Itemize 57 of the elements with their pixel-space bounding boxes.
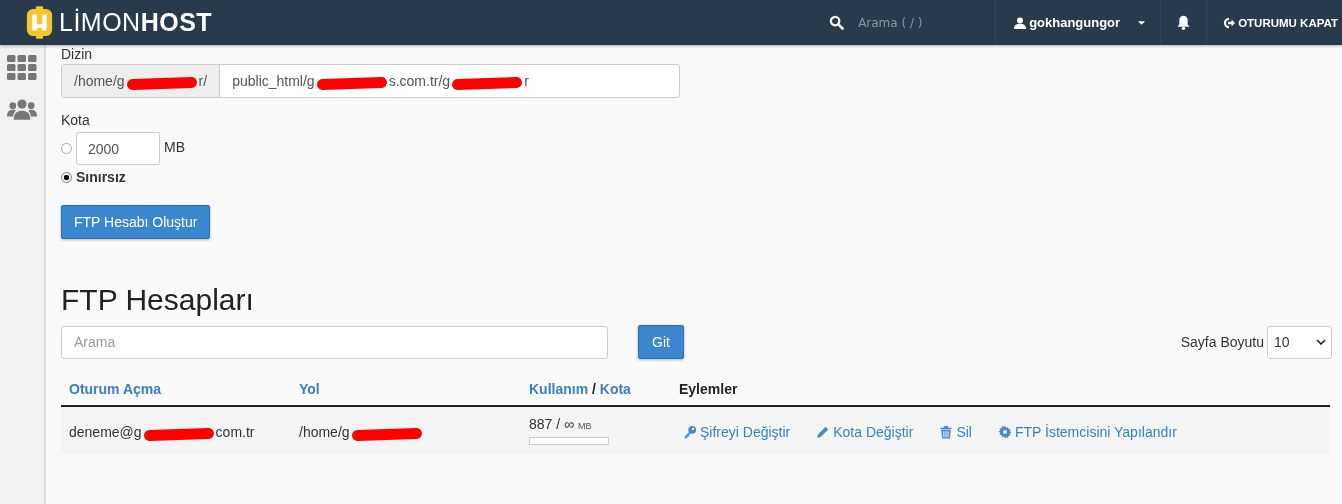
action-link[interactable]: Sil <box>939 424 972 440</box>
field-label: Dizin <box>61 46 94 62</box>
column-header[interactable]: Kullanım <box>529 381 589 397</box>
logout-icon <box>1223 16 1236 29</box>
column-header[interactable]: Yol <box>299 381 320 397</box>
separator-text: / <box>592 381 596 397</box>
text-fragment: public_html/g <box>232 73 315 89</box>
section-heading: FTP Hesapları <box>61 283 255 317</box>
column-header: Eylemler <box>679 381 738 397</box>
unit-label: MB <box>577 421 592 431</box>
redaction-mark <box>126 76 197 90</box>
text-fragment: r <box>524 73 529 89</box>
action-link[interactable]: FTP İstemcisini Yapılandır <box>997 424 1177 440</box>
redaction-mark <box>451 76 523 90</box>
user-menu[interactable]: gokhangungor <box>996 0 1162 45</box>
go-button[interactable]: Git <box>638 325 684 359</box>
bell-icon <box>1176 15 1192 30</box>
grid-icon[interactable] <box>7 55 37 81</box>
action-link[interactable]: Şifreyi Değiştir <box>683 424 791 440</box>
pencil-icon <box>816 425 831 439</box>
redaction-mark <box>351 427 422 441</box>
text-fragment: /home/g <box>299 424 350 440</box>
redaction-mark <box>316 76 387 90</box>
users-icon[interactable] <box>7 96 37 122</box>
radio-label: Sınırsız <box>76 169 126 185</box>
caret-icon <box>1137 19 1147 26</box>
radio-button[interactable] <box>61 171 72 183</box>
text-fragment: r/ <box>198 73 208 89</box>
logo-icon <box>26 6 53 39</box>
logout-button[interactable]: OTURUMU KAPAT <box>1207 0 1342 45</box>
trash-icon <box>939 425 954 439</box>
text-fragment: s.com.tr/g <box>388 73 451 89</box>
infinity-symbol: ∞ <box>564 416 574 432</box>
unit-label: MB <box>164 138 185 155</box>
redaction-mark <box>143 427 214 441</box>
search-icon <box>829 15 845 30</box>
directory-field[interactable]: /home/g r/ public_html/g s.com.tr/g r <box>61 64 680 98</box>
text-fragment: com.tr <box>215 424 255 440</box>
chevron-icon <box>1316 339 1326 345</box>
text-fragment: deneme@g <box>69 424 142 440</box>
column-header[interactable]: Kota <box>599 381 631 397</box>
create-button[interactable]: FTP Hesabı Oluştur <box>61 205 211 239</box>
search-field[interactable]: Arama ( / ) <box>856 14 971 31</box>
radio-button[interactable] <box>61 143 72 154</box>
quota-field[interactable]: 2000 <box>76 132 160 165</box>
column-header[interactable]: Oturum Açma <box>69 381 162 397</box>
key-icon <box>683 425 697 439</box>
page-size-select[interactable]: 10 <box>1267 325 1332 359</box>
page-size-label: Sayfa Boyutu <box>1180 334 1264 350</box>
action-link[interactable]: Kota Değiştir <box>816 424 914 440</box>
usage-text: 887 / <box>529 416 561 432</box>
user-icon <box>1014 16 1027 29</box>
field-label: Kota <box>61 112 91 128</box>
logo-text: LİMONHOST <box>59 8 213 37</box>
search-field[interactable]: Arama <box>61 325 608 359</box>
gear-icon <box>997 425 1012 439</box>
text-fragment: /home/g <box>74 73 125 89</box>
